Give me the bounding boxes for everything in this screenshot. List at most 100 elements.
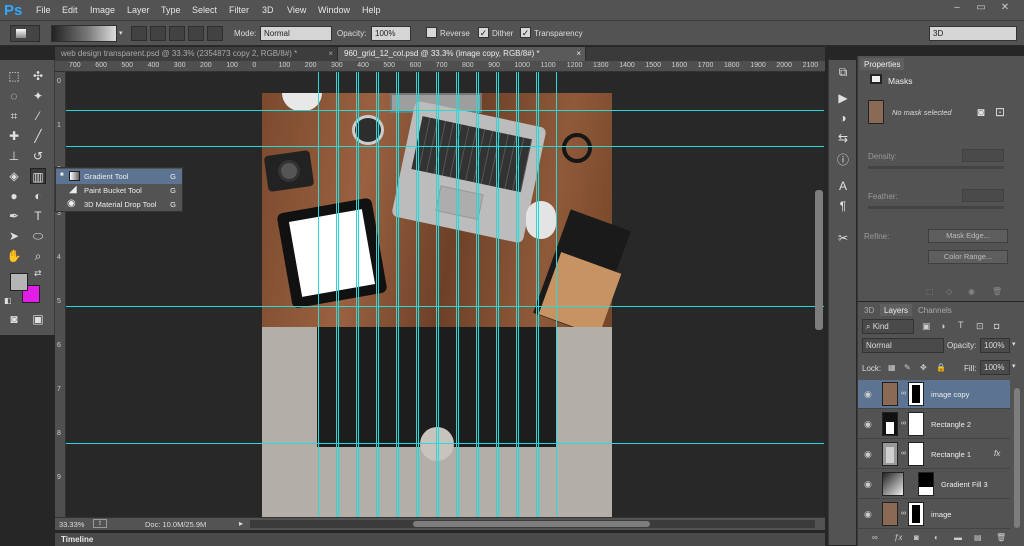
mode-select[interactable]: Normal bbox=[260, 26, 332, 41]
vertical-scroll-thumb[interactable] bbox=[815, 190, 823, 330]
flyout-gradient-tool[interactable]: ■ Gradient Tool G bbox=[56, 169, 182, 184]
menu-image[interactable]: Image bbox=[90, 5, 115, 15]
magic-wand-icon[interactable]: ✦ bbox=[30, 88, 46, 104]
gradient-picker[interactable] bbox=[51, 25, 117, 42]
history-brush-icon[interactable]: ↺ bbox=[30, 148, 46, 164]
tab-properties[interactable]: Properties bbox=[860, 58, 905, 70]
lock-pixels-icon[interactable]: ✎ bbox=[904, 363, 911, 372]
dither-checkbox[interactable]: ✓ bbox=[478, 27, 489, 38]
ellipse-tool-icon[interactable]: ⬭ bbox=[30, 228, 46, 244]
layers-scroll-thumb[interactable] bbox=[1014, 388, 1020, 528]
load-selection-icon[interactable]: ⬚ bbox=[926, 287, 934, 296]
clone-stamp-icon[interactable]: ⊥ bbox=[6, 148, 22, 164]
share-icon[interactable]: ⇪ bbox=[93, 519, 107, 528]
chevron-down-icon[interactable]: ▾ bbox=[1012, 362, 1016, 370]
eye-icon[interactable]: ◉ bbox=[864, 449, 872, 460]
layer-opacity-input[interactable]: 100% bbox=[980, 338, 1010, 353]
menu-view[interactable]: View bbox=[287, 5, 306, 15]
type-tool-icon[interactable]: T bbox=[30, 208, 46, 224]
eyedropper-icon[interactable]: ⁄ bbox=[30, 108, 46, 124]
color-range-button[interactable]: Color Range... bbox=[928, 250, 1008, 264]
layer-row[interactable]: ◉ ∞ image copy bbox=[858, 380, 1010, 409]
new-layer-icon[interactable]: ▤ bbox=[974, 533, 982, 542]
eye-icon[interactable]: ◉ bbox=[864, 389, 872, 400]
actions-panel-icon[interactable]: ▶ bbox=[835, 90, 851, 106]
adjustment-layer-icon[interactable]: ◐ bbox=[934, 533, 939, 542]
delete-mask-icon[interactable]: 🗑 bbox=[992, 287, 1002, 296]
dodge-tool-icon[interactable]: ◐ bbox=[30, 188, 46, 204]
feather-slider[interactable] bbox=[868, 206, 1004, 209]
feather-input[interactable] bbox=[962, 189, 1004, 202]
tab-channels[interactable]: Channels bbox=[914, 304, 956, 316]
canvas-area[interactable] bbox=[66, 72, 824, 517]
eye-icon[interactable]: ◉ bbox=[864, 479, 872, 490]
filter-smart-icon[interactable]: ◘ bbox=[994, 321, 999, 331]
angle-gradient-button[interactable] bbox=[169, 26, 185, 41]
visibility-icon[interactable]: ◉ bbox=[968, 287, 975, 296]
tool-preset-picker[interactable] bbox=[10, 25, 40, 42]
layer-row[interactable]: ◉ Gradient Fill 3 bbox=[858, 470, 1010, 499]
tab-960-grid[interactable]: 960_grid_12_col.psd @ 33.3% (image copy,… bbox=[338, 47, 586, 61]
menu-help[interactable]: Help bbox=[362, 5, 381, 15]
flyout-paint-bucket[interactable]: ◢ Paint Bucket Tool G bbox=[56, 183, 182, 198]
pen-tool-icon[interactable]: ✒ bbox=[6, 208, 22, 224]
history-panel-icon[interactable]: ⧉ bbox=[835, 64, 851, 80]
move-tool-icon[interactable]: ✣ bbox=[30, 68, 46, 84]
scroll-thumb[interactable] bbox=[413, 521, 650, 527]
fill-input[interactable]: 100% bbox=[980, 360, 1010, 375]
lock-position-icon[interactable]: ✥ bbox=[920, 363, 927, 372]
status-menu-arrow-icon[interactable]: ▸ bbox=[239, 519, 243, 528]
menu-edit[interactable]: Edit bbox=[62, 5, 78, 15]
hand-tool-icon[interactable]: ✋ bbox=[6, 248, 22, 264]
link-layers-icon[interactable]: ∞ bbox=[872, 533, 878, 542]
menu-select[interactable]: Select bbox=[192, 5, 217, 15]
lasso-tool-icon[interactable]: ◌ bbox=[6, 88, 22, 104]
close-icon[interactable]: × bbox=[576, 49, 581, 58]
flyout-3d-material-drop[interactable]: ◉ 3D Material Drop Tool G bbox=[56, 197, 182, 212]
filter-shape-icon[interactable]: ⊡ bbox=[976, 321, 984, 332]
tool-presets-icon[interactable]: ✂ bbox=[835, 230, 851, 246]
workspace-switcher[interactable]: 3D bbox=[929, 26, 1017, 41]
adjustments-panel-icon[interactable]: ◑ bbox=[835, 110, 851, 126]
minimize-button[interactable]: – bbox=[946, 0, 968, 16]
apply-mask-icon[interactable]: ◇ bbox=[946, 287, 952, 296]
chevron-down-icon[interactable]: ▾ bbox=[119, 29, 123, 37]
add-vector-mask-icon[interactable]: ⊡ bbox=[992, 104, 1008, 120]
default-colors-icon[interactable]: ◧ bbox=[4, 296, 12, 305]
quick-mask-icon[interactable]: ◙ bbox=[6, 311, 22, 327]
close-button[interactable]: ✕ bbox=[994, 0, 1016, 16]
transparency-checkbox[interactable]: ✓ bbox=[520, 27, 531, 38]
zoom-level[interactable]: 33.33% bbox=[59, 520, 84, 529]
menu-3d[interactable]: 3D bbox=[262, 5, 274, 15]
new-group-icon[interactable]: ▬ bbox=[954, 533, 962, 542]
menu-file[interactable]: File bbox=[36, 5, 51, 15]
screen-mode-icon[interactable]: ▣ bbox=[30, 311, 46, 327]
timeline-tab[interactable]: Timeline bbox=[61, 535, 93, 544]
eye-icon[interactable]: ◉ bbox=[864, 509, 872, 520]
filter-type-icon[interactable]: T bbox=[958, 320, 964, 330]
layer-effects-badge[interactable]: fx bbox=[994, 449, 1000, 458]
info-panel-icon[interactable]: ⓘ bbox=[835, 152, 851, 168]
healing-brush-icon[interactable]: ✚ bbox=[6, 128, 22, 144]
eraser-tool-icon[interactable]: ◈ bbox=[6, 168, 22, 184]
add-pixel-mask-icon[interactable]: ◙ bbox=[973, 104, 989, 120]
blend-mode-select[interactable]: Normal bbox=[862, 338, 944, 353]
menu-layer[interactable]: Layer bbox=[127, 5, 150, 15]
opacity-input[interactable]: 100% bbox=[371, 26, 411, 41]
fx-icon[interactable]: ƒx bbox=[894, 533, 902, 542]
layer-row[interactable]: ◉ ∞ Rectangle 2 bbox=[858, 410, 1010, 439]
tab-3d[interactable]: 3D bbox=[860, 304, 878, 316]
brush-tool-icon[interactable]: ╱ bbox=[30, 128, 46, 144]
delete-layer-icon[interactable]: 🗑 bbox=[996, 533, 1006, 542]
gradient-tool-icon[interactable]: ▥ bbox=[30, 168, 46, 184]
reverse-checkbox[interactable] bbox=[426, 27, 437, 38]
swap-colors-icon[interactable]: ⇄ bbox=[34, 268, 42, 279]
density-slider[interactable] bbox=[868, 166, 1004, 169]
tab-web-design[interactable]: web design transparent.psd @ 33.3% (2354… bbox=[55, 47, 338, 61]
radial-gradient-button[interactable] bbox=[150, 26, 166, 41]
close-icon[interactable]: × bbox=[328, 49, 333, 58]
filter-kind-select[interactable]: ⌕ Kind bbox=[862, 319, 914, 334]
lock-all-icon[interactable]: 🔒 bbox=[936, 363, 946, 372]
menu-window[interactable]: Window bbox=[318, 5, 350, 15]
tab-layers[interactable]: Layers bbox=[880, 304, 913, 316]
